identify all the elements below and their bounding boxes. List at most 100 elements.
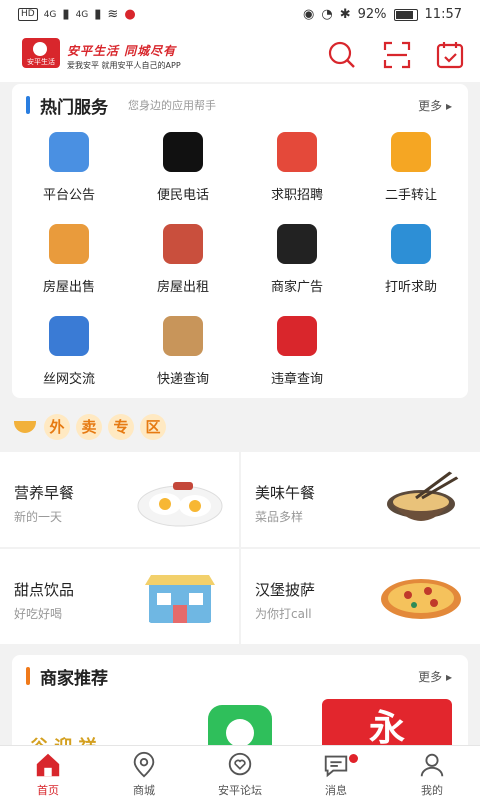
search-icon[interactable] [327,40,357,70]
hd-badge: HD [18,8,38,21]
service-item[interactable]: 商家广告 [240,222,354,314]
food-tile-lunch[interactable]: 美味午餐 菜品多样 [241,452,480,547]
lunch-noodles-icon [387,468,461,521]
house-sale-icon [49,224,89,264]
service-item[interactable]: 便民电话 [126,130,240,222]
signal-icon-2: 4G [75,9,89,20]
service-item[interactable]: 房屋出售 [12,222,126,314]
food-subtitle: 新的一天 [14,510,63,524]
service-item-label: 丝网交流 [42,372,95,387]
clock-time: 11:57 [424,7,462,22]
tab-label: 消息 [325,784,347,797]
brand-subtitle: 爱我安平 就用安平人自己的APP [67,61,181,70]
section-accent-bar [26,667,30,685]
battery-icon [393,8,418,21]
location-icon: ● [124,7,136,22]
heart-chat-icon [228,752,252,776]
tab-label: 我的 [421,784,443,797]
wire-mesh-icon [49,316,89,356]
breakfast-eggs-icon [137,482,223,527]
service-item-label: 快递查询 [156,372,209,387]
service-item[interactable]: 快递查询 [126,314,240,406]
wifi-icon: ≋ [107,7,119,22]
pizza-icon [381,579,461,619]
map-pin-icon [133,751,155,778]
food-tile-drinks[interactable]: 甜点饮品 好吃好喝 [0,549,239,644]
tab-label: 首页 [37,784,59,797]
message-icon [324,755,348,778]
service-item-label: 商家广告 [270,280,323,295]
service-item[interactable]: 求职招聘 [240,130,354,222]
job-icon [277,132,317,172]
tab-home[interactable]: 首页 [0,746,96,801]
service-item[interactable]: 二手转让 [354,130,468,222]
tab-message[interactable]: 消息 [288,746,384,801]
hot-services-title: 热门服务 [40,97,108,118]
food-title: 美味午餐 [255,484,316,502]
food-tile-burger-pizza[interactable]: 汉堡披萨 为你打call [241,549,480,644]
tab-label: 安平论坛 [218,784,262,797]
takeaway-header: 外卖专区 [14,414,166,440]
user-icon [420,753,444,777]
food-title: 汉堡披萨 [255,581,316,599]
brand-slogan: 安平生活 同城尽有 [67,44,177,58]
merchants-more-link[interactable]: 更多 ▸ [418,668,452,685]
car-icon [277,316,317,356]
bomb-ad-icon [277,224,317,264]
food-subtitle: 好吃好喝 [14,607,63,621]
takeaway-bowl-icon [14,421,36,433]
status-bar: HD 4G ▮ 4G ▮ ≋ ● ◉ ◔ ✱ 92% 11:57 [0,0,480,30]
bottom-tab-bar: 首页 商城 安平论坛 消息 我的 [0,745,480,801]
news-icon [49,132,89,172]
bluetooth-icon: ✱ [339,7,351,22]
phone-icon [163,132,203,172]
service-item[interactable]: 违章查询 [240,314,354,406]
alarm-icon: ◔ [321,7,333,22]
hot-services-more-link[interactable]: 更多 ▸ [418,97,452,114]
section-accent-bar [26,96,30,114]
tab-heart-chat[interactable]: 安平论坛 [192,746,288,801]
battery-percent: 92% [357,7,387,22]
service-item-label: 房屋出售 [42,280,95,295]
help-book-icon [391,224,431,264]
service-item-label: 二手转让 [384,188,437,203]
service-item-label: 求职招聘 [270,188,323,203]
eye-icon: ◉ [303,7,315,22]
signal-bars-icon: ▮ [62,7,70,22]
food-tile-breakfast[interactable]: 营养早餐 新的一天 [0,452,239,547]
service-item[interactable]: 平台公告 [12,130,126,222]
takeaway-title-char: 专 [108,414,134,440]
service-item-label: 平台公告 [42,188,95,203]
unread-badge [349,754,358,763]
home-icon [36,753,60,777]
calendar-icon[interactable] [435,40,465,70]
service-item-label: 打听求助 [384,280,437,295]
takeaway-title-char: 外 [44,414,70,440]
hot-services-subtitle: 您身边的应用帮手 [128,99,216,112]
service-item[interactable]: 房屋出租 [126,222,240,314]
food-title: 营养早餐 [14,484,75,502]
food-title: 甜点饮品 [14,581,75,599]
hot-services-card: 热门服务 您身边的应用帮手 更多 ▸ 平台公告 便民电话 求职招聘 二手转让房屋出售 房… [12,84,468,398]
signal-icon-1: 4G [43,9,57,20]
tab-user[interactable]: 我的 [384,746,480,801]
scan-icon[interactable] [382,40,412,70]
signal-bars-icon: ▮ [94,7,102,22]
service-item-label: 房屋出租 [156,280,209,295]
takeaway-title-char: 卖 [76,414,102,440]
app-logo: 安平生活 [22,38,60,68]
tab-map-pin[interactable]: 商城 [96,746,192,801]
app-header: 安平生活 安平生活 同城尽有 爱我安平 就用安平人自己的APP [0,30,480,82]
service-item[interactable]: 丝网交流 [12,314,126,406]
service-item[interactable]: 打听求助 [354,222,468,314]
service-item-label: 违章查询 [270,372,323,387]
food-subtitle: 为你打call [255,607,312,621]
drinks-shop-icon [145,575,215,623]
tab-label: 商城 [133,784,155,797]
panda-delivery-icon [163,316,203,356]
secondhand-icon [391,132,431,172]
house-rent-icon [163,224,203,264]
takeaway-title-char: 区 [140,414,166,440]
merchants-card: 商家推荐 更多 ▸ 谷 迎 祥 永 [12,655,468,755]
merchants-title: 商家推荐 [40,668,108,689]
